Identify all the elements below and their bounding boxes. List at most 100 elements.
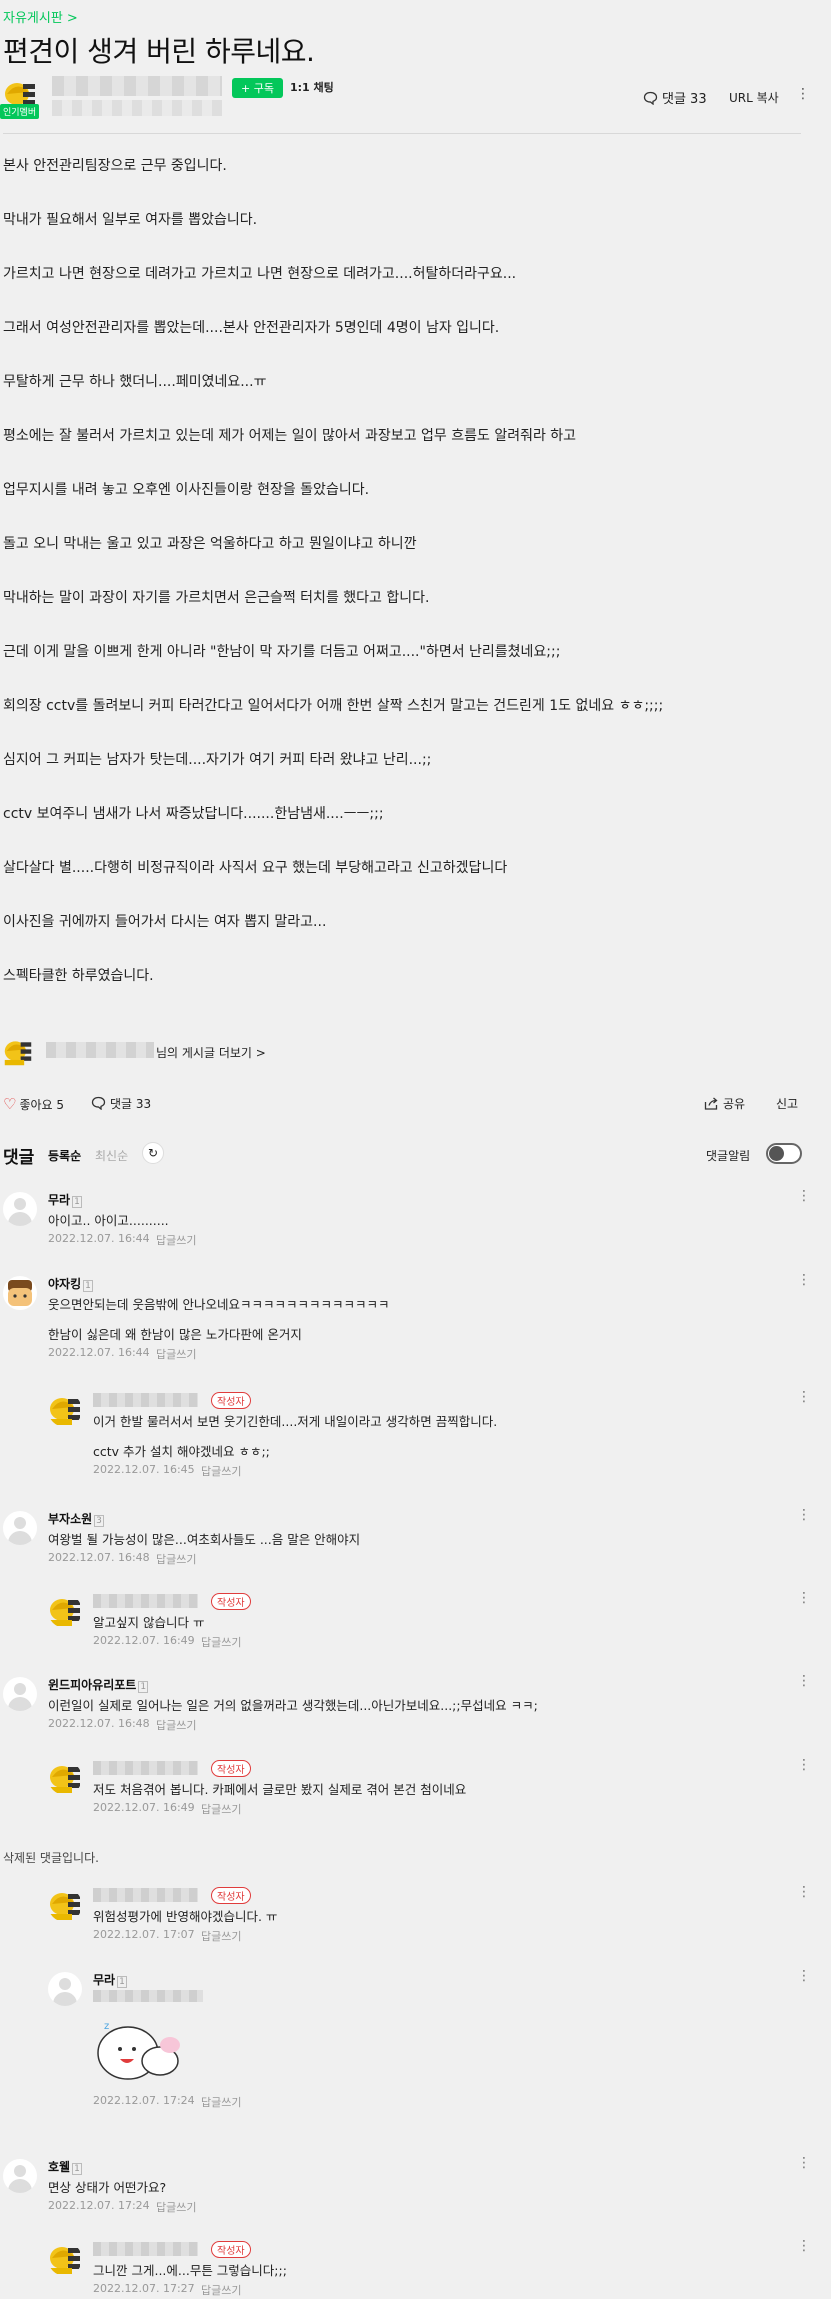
- reply-button[interactable]: 답글쓰기: [156, 2199, 196, 2215]
- board-link[interactable]: 자유게시판 >: [3, 7, 78, 26]
- more-icon[interactable]: ⋮: [797, 1968, 811, 1984]
- member-level-icon: 1: [83, 1280, 93, 1292]
- comment-count-link[interactable]: 댓글 33: [643, 88, 707, 107]
- commenter-avatar[interactable]: [3, 1192, 37, 1226]
- commenter-name[interactable]: 무라 1: [93, 1971, 127, 1988]
- commenter-avatar[interactable]: [48, 1761, 82, 1795]
- commenter-avatar[interactable]: [48, 1594, 82, 1628]
- svg-text:z: z: [104, 2021, 109, 2032]
- like-label: 좋아요 5: [19, 1098, 65, 1112]
- share-label: 공유: [723, 1097, 746, 1111]
- comment-text: 면상 상태가 어떤가요?: [48, 2180, 167, 2195]
- writer-badge: 작성자: [211, 1593, 251, 1610]
- commenter-avatar[interactable]: [3, 1677, 37, 1711]
- commenter-avatar[interactable]: [48, 1972, 82, 2006]
- more-icon[interactable]: ⋮: [797, 1389, 811, 1405]
- author-avatar-small: [2, 1037, 34, 1067]
- comments-label: 댓글 33: [110, 1097, 152, 1111]
- commenter-name-blurred[interactable]: [93, 1761, 198, 1775]
- post-paragraph: 스펙타클한 하루였습니다.: [3, 968, 154, 984]
- comment-item: 작성자 위험성평가에 반영해야겠습니다. ㅠ 2022.12.07. 17:07 답글…: [0, 1884, 831, 1966]
- more-icon[interactable]: ⋮: [797, 1590, 811, 1606]
- subscribe-button[interactable]: + 구독: [232, 78, 283, 98]
- commenter-name[interactable]: 부자소원 3: [48, 1510, 104, 1527]
- more-posts-link[interactable]: 님의 게시글 더보기 >: [0, 1037, 400, 1067]
- comment-item: 야자킹 1 웃으면안되는데 웃음밖에 안나오네요ㅋㅋㅋㅋㅋㅋㅋㅋㅋㅋㅋㅋㅋ 한남이 싫…: [0, 1272, 831, 1361]
- report-button[interactable]: 신고: [776, 1095, 798, 1112]
- commenter-name[interactable]: 무라 1: [48, 1191, 82, 1208]
- reply-button[interactable]: 답글쓰기: [201, 2282, 241, 2298]
- comment-item: 작성자 알고싶지 않습니다 ㅠ 2022.12.07. 16:49 답글쓰기 ⋮: [0, 1590, 831, 1672]
- reply-button[interactable]: 답글쓰기: [156, 1232, 196, 1248]
- reply-button[interactable]: 답글쓰기: [201, 2094, 241, 2110]
- reply-button[interactable]: 답글쓰기: [201, 1634, 241, 1650]
- commenter-name-blurred[interactable]: [93, 1594, 198, 1608]
- writer-badge: 작성자: [211, 1760, 251, 1777]
- reply-button[interactable]: 답글쓰기: [156, 1551, 196, 1567]
- commenter-name-blurred[interactable]: [93, 1888, 198, 1902]
- post-paragraph: 근데 이게 말을 이쁘게 한게 아니라 "한남이 막 자기를 더듬고 어쩌고..…: [3, 644, 561, 660]
- sort-registered[interactable]: 등록순: [48, 1147, 81, 1164]
- comment-text-blurred: [93, 1990, 203, 2002]
- more-icon[interactable]: ⋮: [797, 1272, 811, 1288]
- post-paragraph: 살다살다 별.....다행히 비정규직이라 사직서 요구 했는데 부당해고라고 …: [3, 860, 508, 876]
- more-icon[interactable]: ⋮: [797, 1673, 811, 1689]
- commenter-name-blurred[interactable]: [93, 2242, 198, 2256]
- more-icon[interactable]: ⋮: [796, 86, 810, 102]
- sort-latest[interactable]: 최신순: [95, 1147, 128, 1164]
- writer-badge: 작성자: [211, 1392, 251, 1409]
- commenter-name-text: 부자소원: [48, 1512, 93, 1526]
- reply-button[interactable]: 답글쓰기: [156, 1717, 196, 1733]
- comment-date: 2022.12.07. 17:07: [93, 1928, 195, 1941]
- commenter-name[interactable]: 윈드피아유리포트 1: [48, 1676, 149, 1693]
- comment-date: 2022.12.07. 17:27: [93, 2282, 195, 2295]
- reply-button[interactable]: 답글쓰기: [201, 1463, 241, 1479]
- toggle-knob: [769, 1146, 784, 1161]
- commenter-name[interactable]: 야자킹 1: [48, 1275, 93, 1292]
- author-name-blurred: [46, 1042, 154, 1058]
- divider: [3, 133, 801, 134]
- commenter-name-blurred[interactable]: [93, 1393, 198, 1407]
- post-paragraph: 업무지시를 내려 놓고 오후엔 이사진들이랑 현장을 돌았습니다.: [3, 482, 370, 498]
- refresh-icon[interactable]: ↻: [142, 1142, 164, 1164]
- comment-text: 이거 한발 물러서서 보면 웃기긴한데....저게 내일이라고 생각하면 끔찍합…: [93, 1414, 498, 1429]
- comment-item: 호웰 1 면상 상태가 어떤가요? 2022.12.07. 17:24 답글쓰기 ⋮: [0, 2155, 831, 2237]
- post-paragraph: 무탈하게 근무 하나 했더니....페미였네요...ㅠ: [3, 374, 267, 390]
- more-icon[interactable]: ⋮: [797, 1188, 811, 1204]
- author-name-blurred[interactable]: [52, 76, 222, 96]
- post-paragraph: 심지어 그 커피는 남자가 탓는데....자기가 여기 커피 타러 왔냐고 난리…: [3, 752, 432, 768]
- comment-text: 웃으면안되는데 웃음밖에 안나오네요ㅋㅋㅋㅋㅋㅋㅋㅋㅋㅋㅋㅋㅋ: [48, 1297, 390, 1312]
- comment-date: 2022.12.07. 16:48: [48, 1717, 150, 1730]
- commenter-avatar[interactable]: [48, 1888, 82, 1922]
- comments-button[interactable]: 댓글 33: [91, 1095, 151, 1112]
- url-copy-button[interactable]: URL 복사: [729, 89, 779, 106]
- reply-button[interactable]: 답글쓰기: [201, 1801, 241, 1817]
- commenter-avatar[interactable]: [48, 1393, 82, 1427]
- share-button[interactable]: 공유: [704, 1095, 745, 1112]
- post-paragraph: 회의장 cctv를 돌려보니 커피 타러간다고 일어서다가 어깨 한번 살짝 스…: [3, 698, 664, 714]
- comment-alarm-toggle[interactable]: [766, 1143, 802, 1164]
- more-icon[interactable]: ⋮: [797, 1507, 811, 1523]
- commenter-avatar[interactable]: [3, 1276, 37, 1310]
- like-button[interactable]: ♡ 좋아요 5: [3, 1095, 64, 1113]
- commenter-name[interactable]: 호웰 1: [48, 2158, 82, 2175]
- post-paragraph: 막내하는 말이 과장이 자기를 가르치면서 은근슬쩍 터치를 했다고 합니다.: [3, 590, 430, 606]
- reply-button[interactable]: 답글쓰기: [201, 1928, 241, 1944]
- commenter-name-text: 무라: [93, 1973, 116, 1987]
- comments-header: 댓글 등록순 최신순 ↻ 댓글알림: [0, 1140, 831, 1170]
- more-icon[interactable]: ⋮: [797, 1757, 811, 1773]
- more-icon[interactable]: ⋮: [797, 2155, 811, 2171]
- comment-item: 작성자 그니깐 그게...에...무튼 그렇습니다;;; 2022.12.07. 1…: [0, 2238, 831, 2299]
- chat-button[interactable]: 1:1 채팅: [290, 79, 334, 95]
- comment-item: 작성자 저도 처음겪어 봅니다. 카페에서 글로만 봤지 실제로 겪어 본건 첨이…: [0, 1757, 831, 1839]
- writer-badge: 작성자: [211, 2241, 251, 2258]
- comment-text: 이런일이 실제로 일어나는 일은 거의 없을꺼라고 생각했는데...아닌가보네요…: [48, 1698, 538, 1713]
- commenter-name-text: 윈드피아유리포트: [48, 1678, 137, 1692]
- commenter-avatar[interactable]: [3, 2159, 37, 2193]
- more-icon[interactable]: ⋮: [797, 1884, 811, 1900]
- more-icon[interactable]: ⋮: [797, 2238, 811, 2254]
- commenter-avatar[interactable]: [3, 1511, 37, 1545]
- commenter-avatar[interactable]: [48, 2242, 82, 2276]
- reply-button[interactable]: 답글쓰기: [156, 1346, 196, 1362]
- commenter-name-text: 야자킹: [48, 1277, 82, 1291]
